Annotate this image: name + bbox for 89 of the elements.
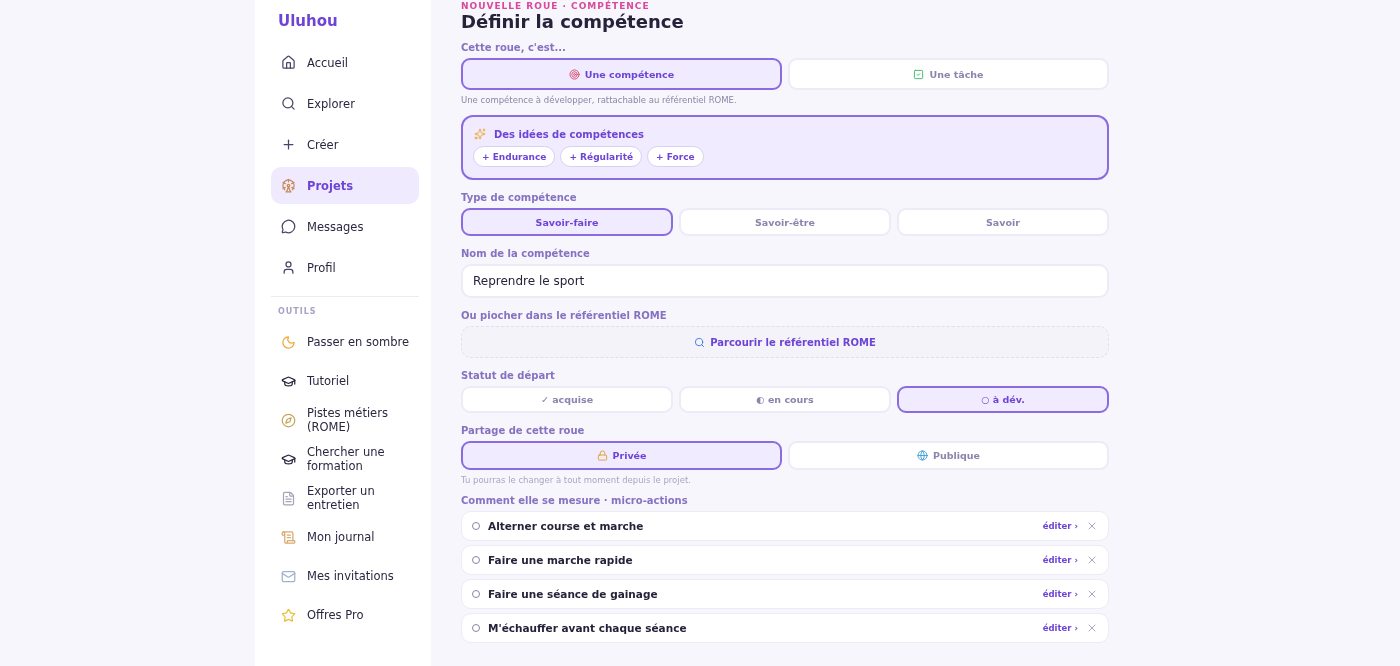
option-button[interactable]: Savoir — [897, 208, 1109, 236]
edit-link[interactable]: éditer › — [1042, 521, 1078, 531]
suggestion-chip[interactable]: + Régularité — [560, 146, 643, 167]
name-input-field[interactable]: Reprendre le sport — [461, 264, 1109, 298]
nav-item[interactable]: Pistes métiers (ROME) — [271, 402, 419, 438]
nav-label: Projets — [307, 178, 354, 193]
envelope-icon — [281, 568, 296, 584]
nav-label: Messages — [307, 219, 364, 234]
ferris-wheel-icon — [281, 178, 296, 193]
document-icon — [281, 490, 296, 506]
suggestion-chip[interactable]: + Endurance — [473, 146, 556, 167]
hint-text: Une compétence à développer, rattachable au référentiel ROME. — [461, 95, 738, 105]
nav-label: Créer — [307, 137, 339, 152]
nav-item[interactable]: Messages — [271, 208, 419, 245]
option-button[interactable]: Une compétence — [461, 58, 782, 90]
speech-bubble-icon — [281, 219, 296, 234]
nav-item[interactable]: Créer — [271, 126, 419, 163]
nav-label: Accueil — [307, 55, 349, 70]
option-button[interactable]: ✓ acquise — [461, 386, 673, 413]
nav-label: Mon journal — [307, 530, 375, 544]
moon-icon — [281, 334, 296, 350]
nav-label: Profil — [307, 260, 336, 275]
nav-label: Offres Pro — [307, 608, 364, 622]
hint-text: Tu pourras le changer à tout moment depuis le projet. — [461, 475, 692, 485]
edit-link[interactable]: éditer › — [1042, 589, 1078, 599]
nav-label: Pistes métiers (ROME) — [307, 406, 389, 434]
delete-button[interactable] — [1086, 520, 1098, 532]
eyebrow-label: NOUVELLE ROUE · COMPÉTENCE — [461, 1, 651, 11]
nav-item[interactable]: Profil — [271, 249, 419, 286]
nav-item[interactable]: Offres Pro — [271, 597, 419, 633]
option-button[interactable]: Publique — [788, 441, 1109, 470]
plus-icon — [281, 137, 296, 152]
action-text: Faire une marche rapide — [488, 554, 634, 566]
brand-logo[interactable]: Uluhou — [271, 10, 419, 44]
field-label: Statut de départ — [461, 370, 556, 381]
nav-label: Explorer — [307, 96, 355, 111]
nav-item[interactable]: Tutoriel — [271, 363, 419, 399]
nav-item[interactable]: Mon journal — [271, 519, 419, 555]
field-label: Type de compétence — [461, 192, 578, 203]
page-title: Définir la compétence — [461, 11, 685, 32]
nav-label: Mes invitations — [307, 569, 394, 583]
graduation-cap-icon — [281, 373, 296, 389]
suggestion-chip[interactable]: + Force — [647, 146, 704, 167]
section-heading: OUTILS — [277, 307, 318, 318]
action-text: Alterner course et marche — [488, 520, 645, 532]
option-button[interactable]: Savoir-faire — [461, 208, 673, 236]
delete-button[interactable] — [1086, 554, 1098, 566]
action-text: Faire une séance de gainage — [488, 588, 659, 600]
lock-icon — [596, 450, 608, 461]
option-button[interactable]: Savoir-être — [679, 208, 891, 236]
delete-button[interactable] — [1086, 622, 1098, 634]
option-button[interactable]: Une tâche — [788, 58, 1109, 90]
option-button[interactable]: Privée — [461, 441, 782, 470]
search-icon — [694, 336, 706, 348]
option-button[interactable]: ○ à dév. — [897, 386, 1109, 413]
nav-item[interactable]: Mes invitations — [271, 558, 419, 594]
user-icon — [281, 260, 296, 275]
compass-icon — [281, 412, 296, 428]
scroll-icon — [281, 529, 296, 545]
nav-item[interactable]: Explorer — [271, 85, 419, 122]
graduation-cap-icon — [281, 451, 296, 467]
checkbox-icon — [913, 68, 925, 80]
nav-label: Passer en sombre — [307, 335, 409, 349]
nav-item[interactable]: Chercher une formation — [271, 441, 419, 477]
house-icon — [281, 55, 296, 70]
search-icon — [281, 96, 296, 111]
nav-item[interactable]: Passer en sombre — [271, 324, 419, 360]
nav-item[interactable]: Accueil — [271, 44, 419, 81]
nav-label: Tutoriel — [307, 374, 350, 388]
option-button[interactable]: ◐ en cours — [679, 386, 891, 413]
sparkles-icon — [474, 128, 486, 140]
globe-icon — [916, 450, 928, 461]
nav-label: Exporter un entretien — [307, 484, 376, 512]
panel-title: Des idées de compétences — [494, 128, 645, 140]
delete-button[interactable] — [1086, 588, 1098, 600]
browse-button[interactable]: Parcourir le référentiel ROME — [461, 326, 1109, 358]
star-icon — [281, 607, 296, 623]
field-label: Partage de cette roue — [461, 425, 586, 436]
edit-link[interactable]: éditer › — [1042, 623, 1078, 633]
nav-item[interactable]: Projets — [271, 167, 419, 204]
nav-label: Chercher une formation — [307, 445, 386, 473]
action-text: M'échauffer avant chaque séance — [488, 622, 688, 634]
field-label: Comment elle se mesure · micro-actions — [461, 495, 689, 506]
field-label: Cette roue, c'est... — [461, 42, 567, 53]
nav-item[interactable]: Exporter un entretien — [271, 480, 419, 516]
field-label: Ou piocher dans le référentiel ROME — [461, 310, 668, 321]
edit-link[interactable]: éditer › — [1042, 555, 1078, 565]
field-label: Nom de la compétence — [461, 248, 591, 259]
target-icon — [568, 68, 580, 80]
